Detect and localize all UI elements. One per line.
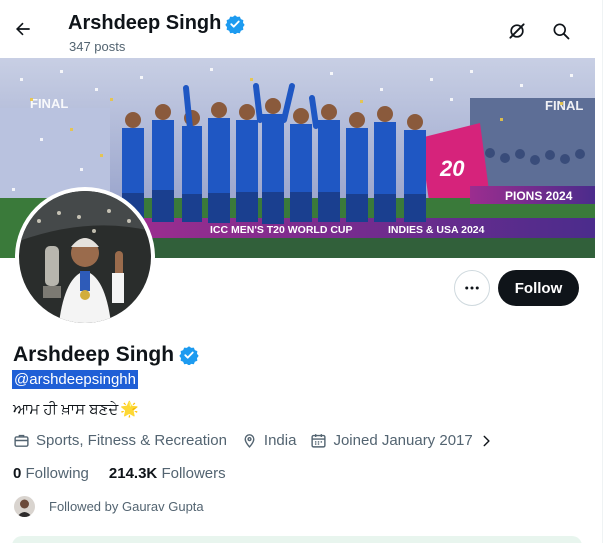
verified-badge-icon [225,14,246,34]
svg-text:FINAL: FINAL [545,98,583,113]
followed-by-row[interactable]: Followed by Gaurav Gupta [14,496,204,517]
more-dots-icon [465,286,479,290]
banner-champions-sign: PIONS 2024 [505,189,573,203]
search-button[interactable] [547,17,575,45]
banner-board-number: 20 [439,156,465,181]
banner-final-sign-right: FINAL [545,98,583,113]
user-handle: @arshdeepsinghh [12,370,138,389]
posts-count: 347 posts [69,39,126,54]
profile-header-bar: Arshdeep Singh 347 posts [0,0,603,58]
profile-name-row: Arshdeep Singh [13,343,199,367]
calendar-icon [311,434,327,448]
category-text: Sports, Fitness & Recreation [36,432,227,449]
profile-bio: ਆਮ ਹੀ ਖ਼ਾਸ ਬਣਦੇ 🌟 [13,400,139,419]
more-options-button[interactable] [454,270,490,306]
following-label: Following [25,465,89,482]
follow-button[interactable]: Follow [498,270,579,306]
search-icon [553,23,570,40]
chevron-right-icon [483,435,490,446]
briefcase-icon [14,434,29,447]
display-name: Arshdeep Singh [13,343,175,366]
banner-caption: ICC MEN'S T20 WORLD CUP [210,224,353,236]
svg-text:FINAL: FINAL [30,96,68,111]
following-count: 0 [13,465,22,482]
profile-joined[interactable]: Joined January 2017 [310,432,492,449]
profile-category: Sports, Fitness & Recreation [13,432,227,449]
profile-location: India [241,432,297,449]
bio-text: ਆਮ ਹੀ ਖ਼ਾਸ ਬਣਦੇ [13,400,119,418]
location-pin-icon [244,434,255,448]
grok-icon [509,23,525,39]
location-text: India [263,432,297,449]
grok-button[interactable] [503,17,531,45]
header-title: Arshdeep Singh [68,12,246,35]
profile-avatar-frame[interactable] [15,187,155,327]
following-link[interactable]: 0 Following [13,465,89,482]
profile-meta: Sports, Fitness & Recreation India Joine… [13,432,507,449]
banner-final-sign-left: FINAL [30,96,68,111]
followers-label: Followers [161,465,226,482]
header-name: Arshdeep Singh [68,12,222,34]
verified-badge-icon[interactable] [179,345,199,365]
followers-link[interactable]: 214.3K Followers [109,465,226,482]
arrow-left-icon [16,22,30,36]
follower-avatar [14,496,35,517]
back-button[interactable] [8,14,38,44]
joined-text: Joined January 2017 [333,432,473,449]
follow-stats: 0 Following 214.3K Followers [13,465,226,482]
avatar[interactable] [19,191,151,323]
banner-caption-right: INDIES & USA 2024 [388,224,485,236]
glowing-star-emoji: 🌟 [120,401,139,418]
followers-count: 214.3K [108,465,158,482]
bottom-card-edge [12,536,582,543]
followed-by-text: Followed by Gaurav Gupta [49,499,204,514]
